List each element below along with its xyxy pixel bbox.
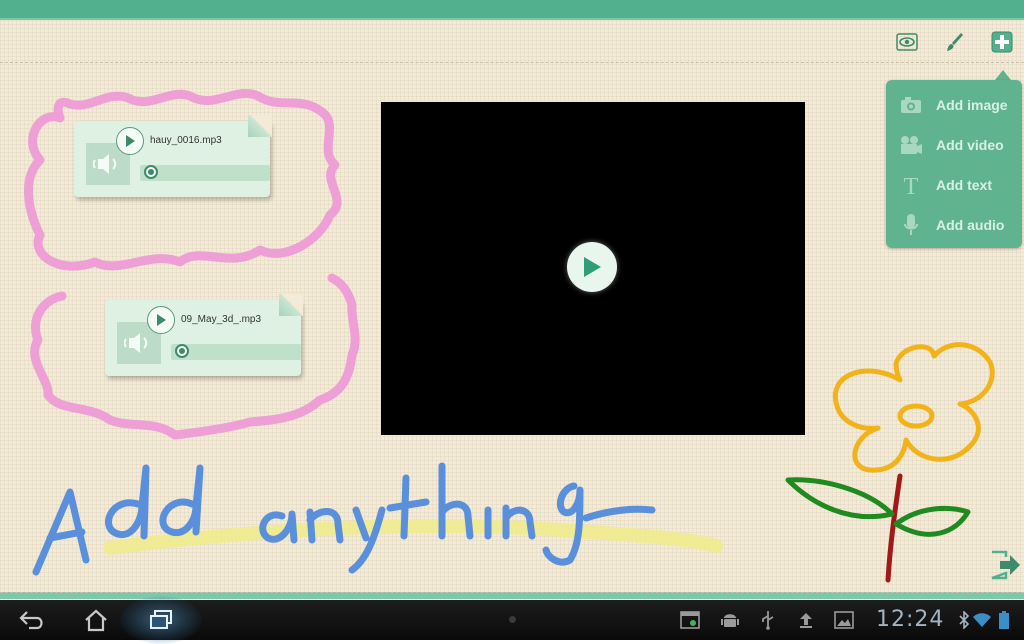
system-navigation-bar: 12:24 (0, 596, 1024, 644)
page-curl (279, 294, 303, 316)
exit-button[interactable] (988, 548, 1022, 582)
clip-filename: 09_May_3d_.mp3 (181, 314, 262, 325)
back-icon (19, 611, 43, 630)
page-indicator-dot (509, 616, 516, 623)
gallery-icon (834, 610, 854, 630)
play-icon (157, 314, 166, 326)
play-icon (126, 135, 135, 147)
bluetooth-icon (958, 610, 970, 630)
screenshot-icon[interactable] (680, 610, 700, 630)
recent-apps-button[interactable] (147, 606, 175, 634)
video-play-button[interactable] (567, 242, 617, 292)
note-canvas[interactable]: Add image Add video T Add text Add audio (0, 0, 1024, 600)
home-button[interactable] (82, 606, 110, 634)
flower-drawing (785, 342, 995, 583)
audio-clip-card[interactable]: 09_May_3d_.mp3 (105, 294, 303, 376)
seek-knob[interactable] (144, 165, 158, 179)
seek-knob[interactable] (175, 344, 189, 358)
wifi-icon (972, 610, 992, 630)
back-button[interactable] (18, 606, 46, 634)
seek-track[interactable] (171, 344, 301, 360)
clip-play-button[interactable] (116, 127, 144, 155)
handwriting-strokes (32, 462, 656, 576)
status-clock: 12:24 (876, 607, 945, 632)
page-curl (248, 115, 272, 137)
battery-icon (996, 610, 1012, 630)
upload-icon (796, 610, 816, 630)
yellow-highlight (103, 519, 723, 555)
seek-track[interactable] (140, 165, 270, 181)
usb-icon (758, 610, 778, 630)
android-debug-icon (720, 610, 740, 630)
video-player[interactable] (381, 102, 805, 435)
audio-clip-card[interactable]: hauy_0016.mp3 (74, 115, 272, 197)
play-icon (584, 257, 601, 277)
clip-filename: hauy_0016.mp3 (150, 135, 222, 146)
clip-play-button[interactable] (147, 306, 175, 334)
home-icon (85, 609, 107, 632)
recent-apps-icon (150, 610, 172, 629)
exit-icon (991, 550, 1020, 580)
